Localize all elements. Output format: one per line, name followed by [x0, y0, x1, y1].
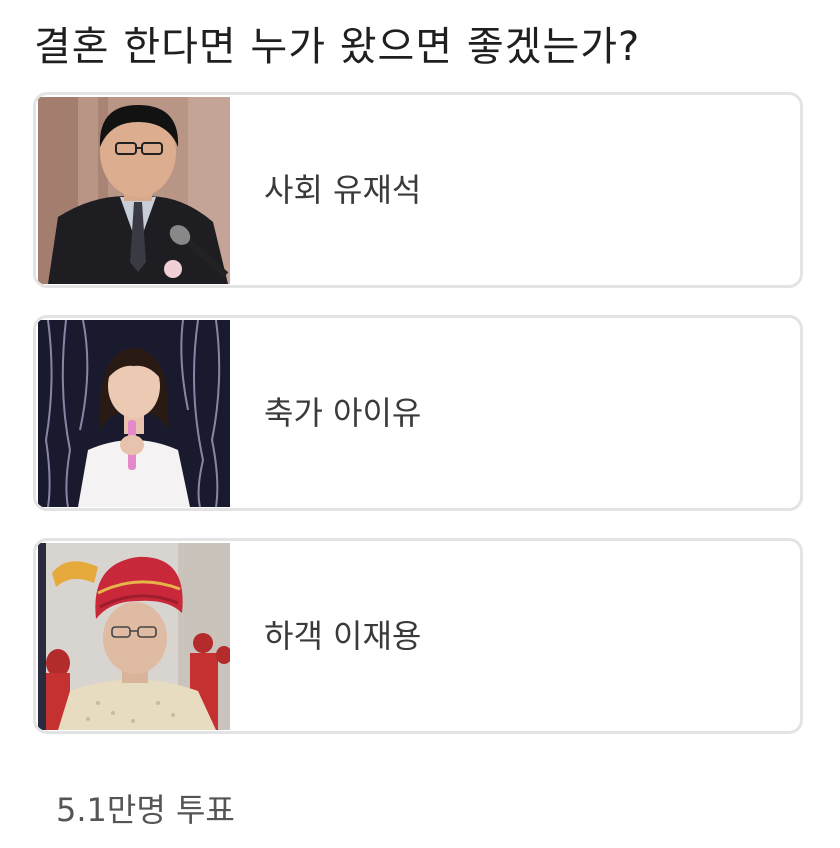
poll-option-3[interactable]: 하객 이재용	[33, 538, 803, 734]
option-2-label: 축가 아이유	[264, 394, 422, 432]
poll-option-1[interactable]: 사회 유재석	[33, 92, 803, 288]
vote-count: 5.1만명 투표	[56, 791, 235, 829]
option-1-thumbnail	[38, 97, 230, 284]
option-3-label: 하객 이재용	[264, 617, 422, 655]
option-2-thumbnail	[38, 320, 230, 507]
poll-question: 결혼 한다면 누가 왔으면 좋겠는가?	[34, 24, 641, 70]
option-3-thumbnail	[38, 543, 230, 730]
poll-option-2[interactable]: 축가 아이유	[33, 315, 803, 511]
option-1-label: 사회 유재석	[264, 171, 422, 209]
